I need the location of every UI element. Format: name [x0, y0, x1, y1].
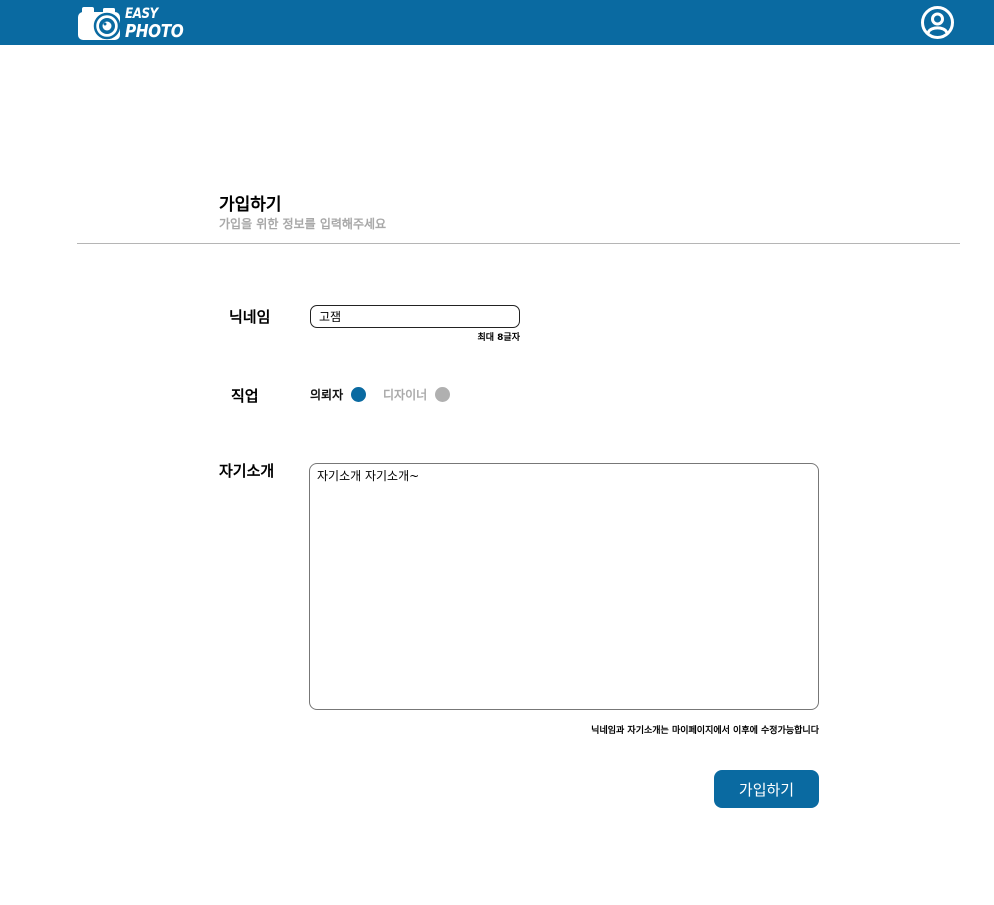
page-subtitle: 가입을 위한 정보를 입력해주세요 [219, 217, 387, 231]
radio-selected-indicator[interactable] [351, 387, 367, 402]
page-title: 가입하기 [219, 195, 282, 215]
logo-line-2: PHOTO [125, 21, 184, 42]
job-option-client-label: 의뢰자 [310, 388, 344, 402]
logo-wordmark: EASY PHOTO [125, 6, 194, 42]
section-divider [77, 243, 960, 244]
top-navbar: EASY PHOTO [0, 0, 994, 45]
camera-icon [78, 7, 121, 40]
radio-unselected-indicator[interactable] [435, 387, 451, 402]
intro-textarea[interactable]: 자기소개 자기소개~ [309, 463, 819, 710]
nickname-label: 닉네임 [229, 308, 271, 326]
job-label: 직업 [231, 387, 259, 405]
signup-submit-button[interactable]: 가입하기 [714, 770, 819, 808]
job-option-client[interactable]: 의뢰자 [310, 386, 367, 403]
profile-button[interactable] [920, 5, 955, 40]
intro-label: 자기소개 [219, 462, 275, 480]
job-option-designer-label: 디자이너 [383, 388, 428, 402]
nickname-input[interactable] [310, 305, 520, 328]
easy-photo-logo[interactable]: EASY PHOTO [76, 4, 194, 42]
nickname-hint: 최대 8글자 [477, 333, 520, 343]
user-circle-icon [921, 6, 954, 39]
intro-hint: 닉네임과 자기소개는 마이페이지에서 이후에 수정가능합니다 [591, 726, 819, 736]
job-option-designer[interactable]: 디자이너 [383, 386, 451, 403]
